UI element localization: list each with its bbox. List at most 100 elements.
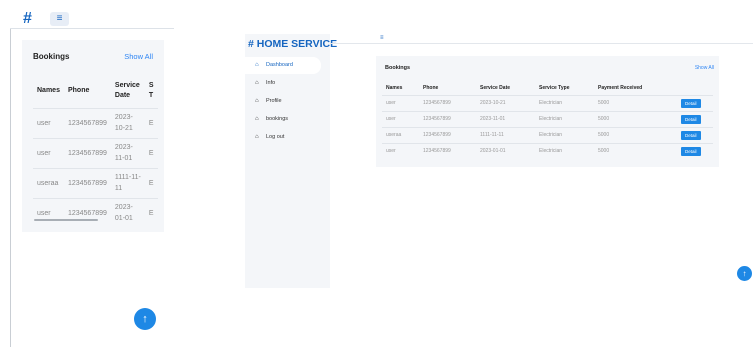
app-root: # ≡ Bookings Show All Names Phone Servic…: [0, 0, 753, 347]
cell-type: E: [144, 197, 158, 228]
cell-type: Electrician: [535, 126, 594, 143]
scroll-top-button[interactable]: ↑: [134, 308, 156, 330]
cell-date: 2023-01-01: [476, 142, 535, 159]
header-service-type: Service Type: [539, 85, 570, 92]
home-icon: ⌂: [255, 80, 259, 86]
home-icon: ⌂: [255, 134, 259, 140]
cell-type: Electrician: [535, 94, 594, 111]
header-service-date: Service Date: [480, 85, 511, 92]
cell-action: Detail: [677, 94, 713, 111]
cell-action: Detail: [677, 126, 713, 143]
cell-type: E: [144, 167, 158, 198]
header-service-date: Service Date: [114, 81, 140, 99]
bookings-title: Bookings: [33, 52, 70, 61]
sidebar-item-label: Profile: [266, 98, 282, 104]
header-names: Names: [37, 86, 60, 94]
sidebar-item-bookings[interactable]: ⌂ bookings: [245, 111, 321, 128]
cell-name: user: [33, 137, 64, 168]
sidebar-item-profile[interactable]: ⌂ Profile: [245, 93, 321, 110]
cell-date: 1111-11-11: [476, 126, 535, 143]
table-row: user 1234567899 2023-01-01 E: [33, 197, 158, 228]
hamburger-icon[interactable]: ≡: [50, 12, 69, 26]
bookings-table: Names Phone Service Date Service Type Pa…: [382, 82, 713, 159]
detail-button[interactable]: Detail: [681, 130, 701, 140]
cell-action: Detail: [677, 110, 713, 127]
cell-phone: 1234567899: [63, 197, 111, 228]
cell-type: E: [144, 107, 158, 138]
cell-name: user: [33, 107, 64, 138]
bookings-title: Bookings: [385, 65, 411, 71]
sidebar-item-label: Info: [266, 80, 276, 86]
cell-phone: 1234567899: [63, 107, 111, 138]
cell-date: 2023-10-21: [110, 107, 145, 138]
home-icon: ⌂: [255, 116, 259, 122]
header-service-type: S T: [148, 81, 154, 99]
cell-phone: 1234567899: [419, 94, 476, 111]
brand-title[interactable]: # HOME SERVICE: [248, 38, 337, 50]
show-all-link[interactable]: Show All: [695, 65, 714, 71]
show-all-link[interactable]: Show All: [124, 52, 153, 61]
header-phone: Phone: [67, 86, 90, 94]
mobile-topbar: # ≡: [10, 10, 174, 29]
cell-phone: 1234567899: [419, 110, 476, 127]
desktop-topbar: ≡: [330, 34, 753, 44]
header-names: Names: [386, 85, 403, 92]
cell-phone: 1234567899: [63, 137, 111, 168]
cell-payment: 5000: [594, 142, 677, 159]
sidebar-item-label: Dashboard: [266, 62, 293, 68]
home-icon: ⌂: [255, 62, 259, 68]
cell-payment: 5000: [594, 110, 677, 127]
home-icon: ⌂: [255, 98, 259, 104]
bookings-table: Names Phone Service Date S T user 123456…: [33, 74, 158, 228]
cell-name: user: [382, 142, 419, 159]
cell-date: 2023-11-01: [110, 137, 145, 168]
sidebar: # HOME SERVICE ⌂ Dashboard ⌂ Info ⌂ Profile…: [245, 34, 337, 288]
cell-payment: 5000: [594, 126, 677, 143]
table-row: user 1234567899 2023-10-21 E: [33, 107, 158, 138]
cell-name: user: [33, 197, 64, 228]
table-header-row: Names Phone Service Date S T: [33, 74, 158, 108]
sidebar-item-label: bookings: [266, 116, 289, 122]
arrow-up-icon: ↑: [142, 313, 148, 325]
cell-date: 1111-11-11: [110, 167, 145, 198]
mobile-brand-hash[interactable]: #: [23, 10, 32, 28]
table-row: useraa 1234567899 1111-11-11 Electrician…: [382, 126, 713, 143]
cell-phone: 1234567899: [419, 126, 476, 143]
detail-button[interactable]: Detail: [681, 98, 701, 108]
cell-name: user: [382, 94, 419, 111]
cell-payment: 5000: [594, 94, 677, 111]
desktop-bookings-card: Bookings Show All Names Phone Service Da…: [376, 56, 719, 167]
cell-name: useraa: [33, 167, 64, 198]
cell-phone: 1234567899: [63, 167, 111, 198]
mobile-bookings-card: Bookings Show All Names Phone Service Da…: [22, 40, 164, 232]
arrow-up-icon: ↑: [742, 269, 747, 278]
cell-name: user: [382, 110, 419, 127]
table-row: user 1234567899 2023-10-21 Electrician 5…: [382, 94, 713, 111]
header-payment: Payment Received: [598, 85, 643, 92]
header-action: [677, 82, 713, 95]
horizontal-scrollbar[interactable]: [34, 219, 98, 221]
cell-date: 2023-11-01: [476, 110, 535, 127]
hamburger-icon[interactable]: ≡: [380, 35, 384, 41]
cell-type: Electrician: [535, 110, 594, 127]
mobile-divider: [10, 29, 11, 347]
cell-type: Electrician: [535, 142, 594, 159]
sidebar-item-info[interactable]: ⌂ Info: [245, 75, 321, 92]
sidebar-item-logout[interactable]: ⌂ Log out: [245, 129, 321, 146]
cell-type: E: [144, 137, 158, 168]
cell-date: 2023-01-01: [110, 197, 145, 228]
table-row: user 1234567899 2023-11-01 E: [33, 137, 158, 168]
table-row: useraa 1234567899 1111-11-11 E: [33, 167, 158, 198]
cell-date: 2023-10-21: [476, 94, 535, 111]
cell-phone: 1234567899: [419, 142, 476, 159]
table-row: user 1234567899 2023-01-01 Electrician 5…: [382, 142, 713, 159]
cell-name: useraa: [382, 126, 419, 143]
table-row: user 1234567899 2023-11-01 Electrician 5…: [382, 110, 713, 127]
detail-button[interactable]: Detail: [681, 114, 701, 124]
detail-button[interactable]: Detail: [681, 146, 701, 156]
sidebar-item-label: Log out: [266, 134, 285, 140]
sidebar-item-dashboard[interactable]: ⌂ Dashboard: [245, 57, 321, 74]
table-header-row: Names Phone Service Date Service Type Pa…: [382, 82, 713, 95]
scroll-top-button[interactable]: ↑: [737, 266, 752, 281]
cell-action: Detail: [677, 142, 713, 159]
